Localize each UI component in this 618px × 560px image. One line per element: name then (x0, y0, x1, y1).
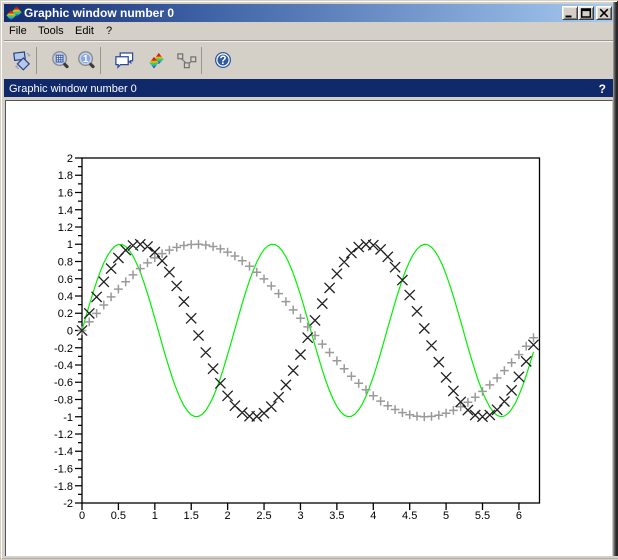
svg-text:2: 2 (67, 153, 73, 165)
svg-text:0.4: 0.4 (58, 291, 73, 303)
svg-text:0.6: 0.6 (58, 274, 73, 286)
svg-text:-0.6: -0.6 (54, 377, 73, 389)
svg-text:-2: -2 (63, 498, 73, 510)
svg-text:0.5: 0.5 (111, 510, 126, 522)
svg-text:-0.4: -0.4 (54, 360, 73, 372)
svg-text:1.2: 1.2 (58, 222, 73, 234)
svg-text:-1: -1 (63, 412, 73, 424)
svg-text:3.5: 3.5 (329, 510, 344, 522)
svg-text:-1.6: -1.6 (54, 464, 73, 476)
svg-text:6: 6 (516, 510, 522, 522)
svg-text:2.5: 2.5 (256, 510, 271, 522)
svg-text:-1.4: -1.4 (54, 446, 73, 458)
svg-text:?: ? (219, 55, 226, 67)
svg-text:4.5: 4.5 (402, 510, 417, 522)
svg-text:1: 1 (67, 239, 73, 251)
svg-text:1.5: 1.5 (184, 510, 199, 522)
svg-text:0.2: 0.2 (58, 308, 73, 320)
svg-text:1.8: 1.8 (58, 170, 73, 182)
svg-text:-1.2: -1.2 (54, 429, 73, 441)
svg-text:1: 1 (83, 54, 89, 65)
svg-text:0.8: 0.8 (58, 257, 73, 269)
svg-text:-0.8: -0.8 (54, 395, 73, 407)
svg-text:4: 4 (370, 510, 376, 522)
svg-text:0: 0 (79, 510, 85, 522)
svg-text:0: 0 (67, 326, 73, 338)
svg-text:5.5: 5.5 (475, 510, 490, 522)
svg-text:2: 2 (225, 510, 231, 522)
svg-text:1.4: 1.4 (58, 205, 73, 217)
svg-text:1.6: 1.6 (58, 188, 73, 200)
svg-text:5: 5 (443, 510, 449, 522)
svg-text:-0.2: -0.2 (54, 343, 73, 355)
svg-text:1: 1 (152, 510, 158, 522)
svg-text:-1.8: -1.8 (54, 481, 73, 493)
svg-text:3: 3 (297, 510, 303, 522)
